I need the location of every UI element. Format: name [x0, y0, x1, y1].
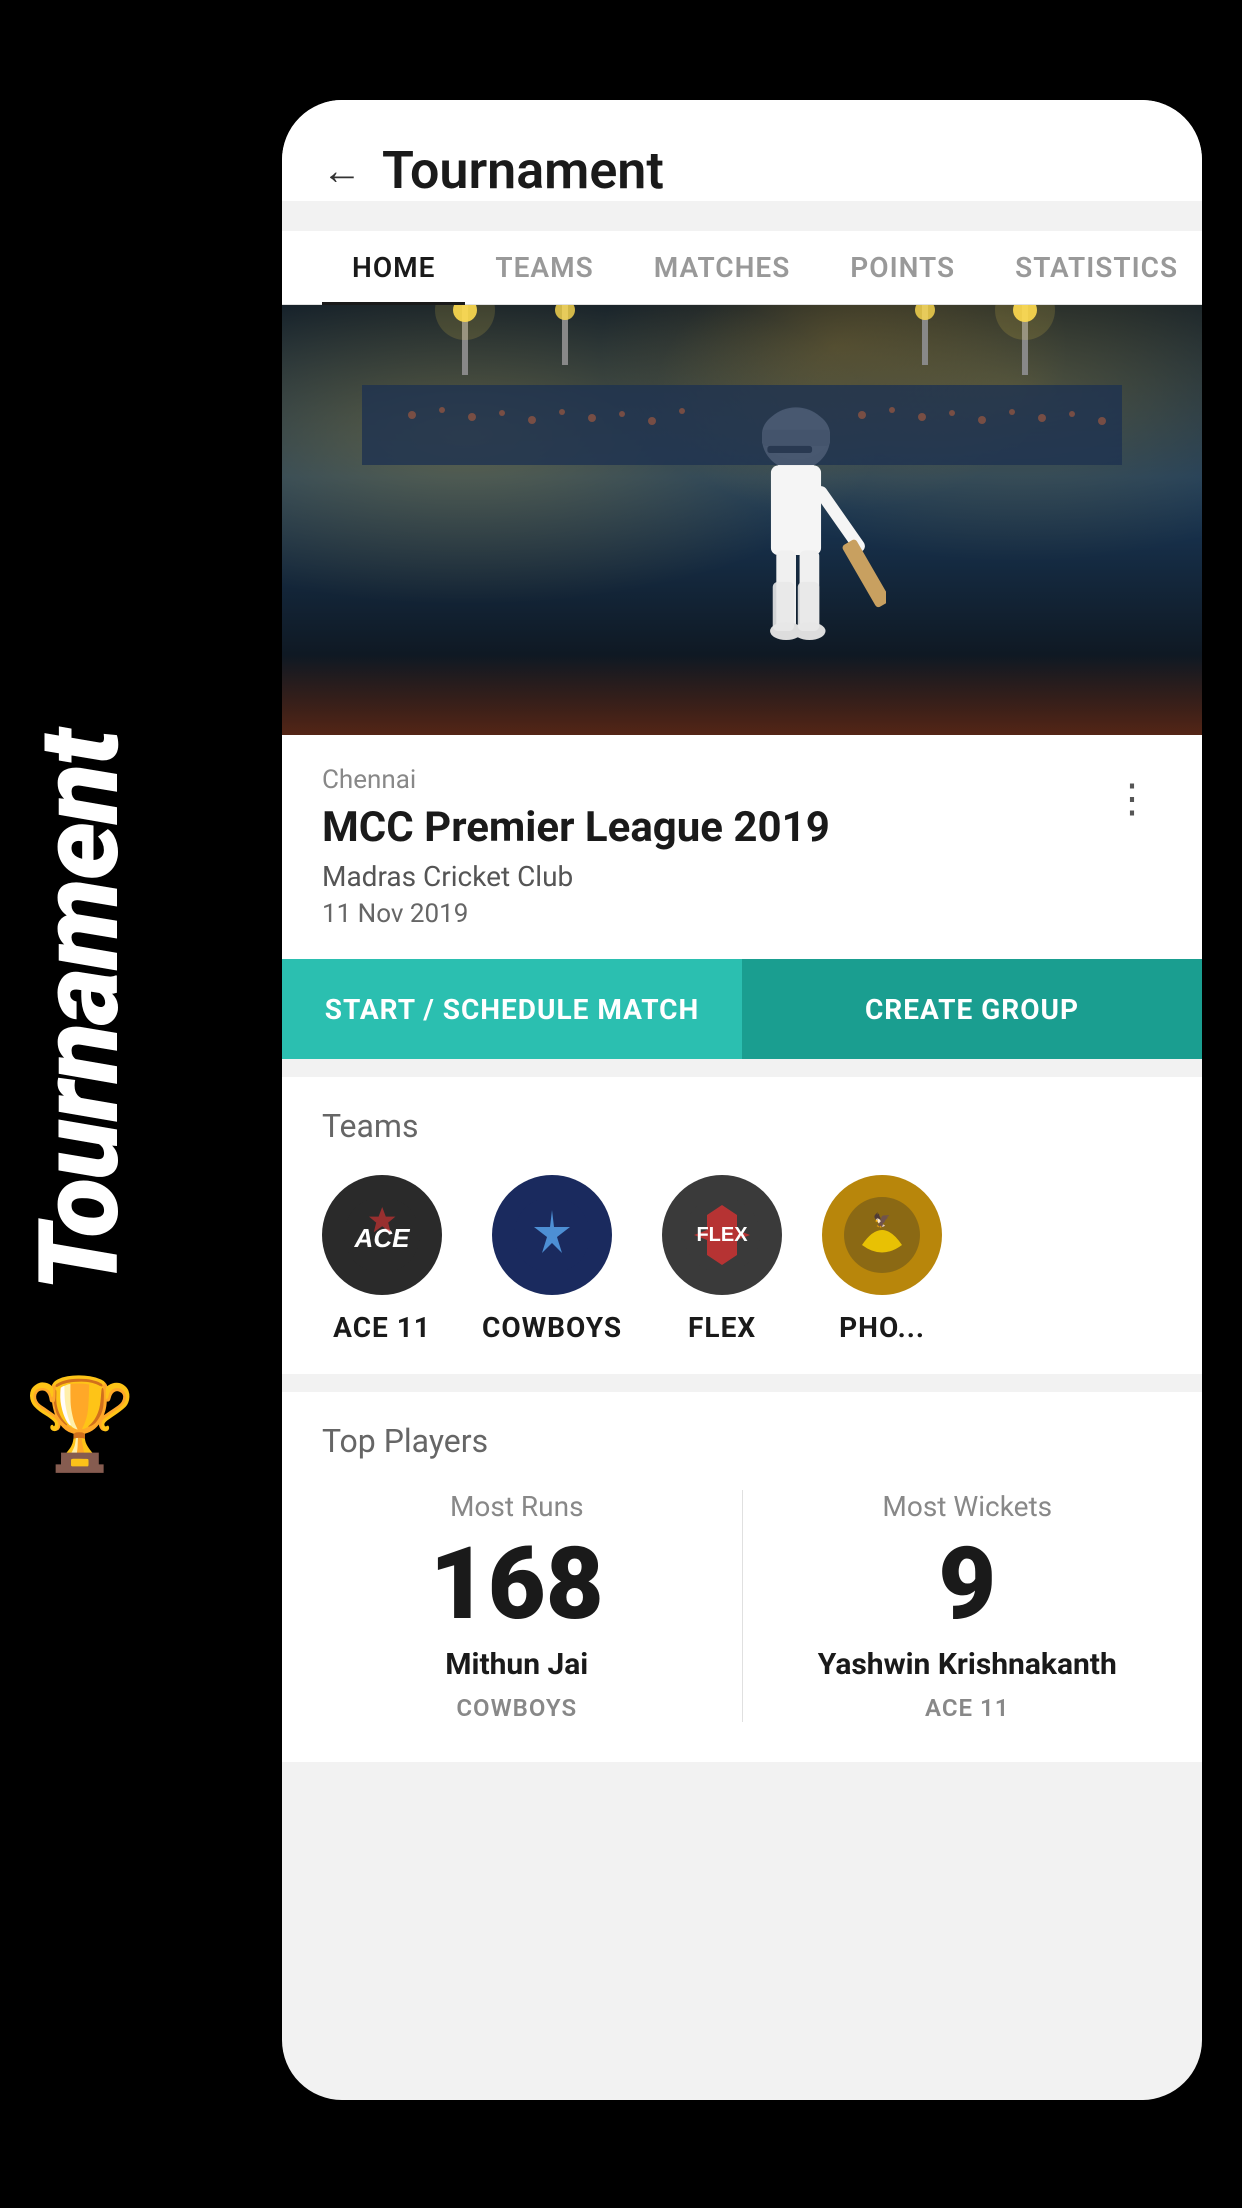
teams-section-title: Teams	[322, 1107, 1162, 1145]
most-runs-player-team: COWBOYS	[456, 1694, 577, 1722]
nav-tabs: HOME TEAMS MATCHES POINTS STATISTICS	[282, 231, 1202, 305]
team-logo-flex: FLEX	[662, 1175, 782, 1295]
svg-text:ACE: ACE	[354, 1223, 411, 1253]
tournament-date: 11 Nov 2019	[322, 899, 830, 929]
team-item-ace[interactable]: ACE ACE 11	[322, 1175, 442, 1344]
most-runs-label: Most Runs	[450, 1490, 584, 1523]
hero-image	[282, 305, 1202, 735]
team-name-ace: ACE 11	[333, 1311, 431, 1344]
svg-text:FLEX: FLEX	[697, 1224, 749, 1246]
divider	[742, 1490, 743, 1722]
most-wickets-player-name: Yashwin Krishnakanth	[818, 1647, 1117, 1682]
tab-teams[interactable]: TEAMS	[465, 231, 623, 304]
team-name-phoenix: PHO...	[839, 1311, 925, 1344]
start-schedule-button[interactable]: START / SCHEDULE MATCH	[282, 959, 742, 1059]
most-runs-card: Most Runs 168 Mithun Jai COWBOYS	[322, 1490, 712, 1722]
side-panel: Tournament 🏆	[0, 0, 160, 2208]
svg-text:🦅: 🦅	[873, 1211, 890, 1229]
tournament-name: MCC Premier League 2019	[322, 803, 830, 852]
team-item-cowboys[interactable]: COWBOYS	[482, 1175, 622, 1344]
tab-home[interactable]: HOME	[322, 231, 465, 304]
header: ← Tournament	[282, 100, 1202, 201]
action-buttons: START / SCHEDULE MATCH CREATE GROUP	[282, 959, 1202, 1059]
most-wickets-label: Most Wickets	[882, 1490, 1052, 1523]
cowboys-logo-svg	[512, 1195, 592, 1275]
top-players-title: Top Players	[322, 1422, 1162, 1460]
most-wickets-card: Most Wickets 9 Yashwin Krishnakanth ACE …	[773, 1490, 1163, 1722]
page-title: Tournament	[382, 140, 664, 201]
team-item-phoenix[interactable]: 🦅 PHO...	[822, 1175, 942, 1344]
side-vertical-text: Tournament	[25, 731, 135, 1292]
tournament-club: Madras Cricket Club	[322, 860, 830, 893]
more-options-button[interactable]: ⋮	[1102, 765, 1162, 832]
tournament-location: Chennai	[322, 765, 830, 795]
teams-list: ACE ACE 11 COWBOYS	[322, 1175, 1162, 1344]
back-button[interactable]: ←	[322, 151, 362, 191]
top-players-section: Top Players Most Runs 168 Mithun Jai COW…	[282, 1392, 1202, 1762]
create-group-button[interactable]: CREATE GROUP	[742, 959, 1202, 1059]
most-wickets-player-team: ACE 11	[925, 1694, 1009, 1722]
phoenix-logo-svg: 🦅	[842, 1195, 922, 1275]
trophy-icon: 🏆	[24, 1372, 136, 1477]
teams-section: Teams ACE ACE 11	[282, 1077, 1202, 1374]
flex-logo-svg: FLEX	[682, 1195, 762, 1275]
team-name-cowboys: COWBOYS	[482, 1311, 622, 1344]
tab-statistics[interactable]: STATISTICS	[985, 231, 1202, 304]
team-logo-ace: ACE	[322, 1175, 442, 1295]
ace-logo-svg: ACE	[342, 1195, 422, 1275]
phone-container: ← Tournament HOME TEAMS MATCHES POINTS S…	[282, 100, 1202, 2100]
crowd-bg	[282, 655, 1202, 735]
players-grid: Most Runs 168 Mithun Jai COWBOYS Most Wi…	[322, 1490, 1162, 1722]
team-item-flex[interactable]: FLEX FLEX	[662, 1175, 782, 1344]
tournament-info: Chennai MCC Premier League 2019 Madras C…	[282, 735, 1202, 959]
team-logo-phoenix: 🦅	[822, 1175, 942, 1295]
tab-points[interactable]: POINTS	[820, 231, 985, 304]
tab-matches[interactable]: MATCHES	[624, 231, 821, 304]
most-runs-player-name: Mithun Jai	[445, 1647, 588, 1682]
team-name-flex: FLEX	[688, 1311, 756, 1344]
most-wickets-value: 9	[938, 1535, 996, 1635]
team-logo-cowboys	[492, 1175, 612, 1295]
most-runs-value: 168	[430, 1535, 604, 1635]
stadium-lights	[282, 305, 1202, 465]
